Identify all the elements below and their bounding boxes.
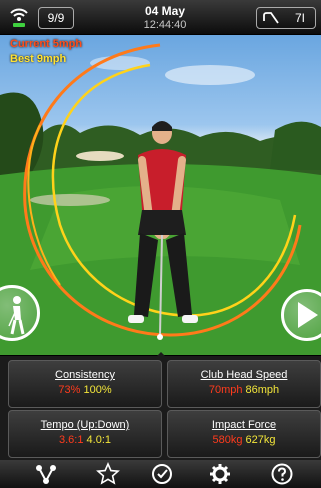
settings-button[interactable] — [200, 462, 240, 486]
stat-value-current: 73% — [58, 384, 81, 396]
recording-date: 04 May — [144, 4, 186, 18]
stat-value-best: 100% — [83, 384, 112, 396]
stat-values: 3.6:1 4.0:1 — [9, 434, 161, 446]
stat-tempo[interactable]: Tempo (Up:Down) 3.6:1 4.0:1 — [8, 410, 162, 458]
stat-club-head-speed[interactable]: Club Head Speed 70mph 86mph — [167, 360, 321, 408]
stat-value-current: 580kg — [212, 434, 243, 446]
gear-icon — [210, 464, 230, 484]
swing-video[interactable]: Current 5mph Best 9mph — [0, 35, 321, 355]
stat-title: Tempo (Up:Down) — [40, 419, 130, 431]
stats-panel: Consistency 73% 100% Club Head Speed 70m… — [0, 356, 321, 460]
golf-club-icon — [263, 12, 279, 24]
share-icon — [36, 465, 56, 484]
favorite-button[interactable] — [88, 462, 128, 486]
stat-value-best: 4.0:1 — [86, 434, 111, 446]
signal-icon — [10, 8, 28, 27]
stat-values: 70mph 86mph — [168, 384, 320, 396]
best-speed-label: Best 9mph — [10, 53, 67, 65]
stat-values: 580kg 627kg — [168, 434, 320, 446]
clock-check-icon — [152, 464, 172, 484]
share-button[interactable] — [26, 462, 66, 486]
help-icon — [271, 463, 293, 485]
stat-title: Consistency — [55, 369, 115, 381]
help-button[interactable] — [262, 462, 302, 486]
stat-values: 73% 100% — [9, 384, 161, 396]
bottom-toolbar — [0, 460, 321, 488]
stat-impact-force[interactable]: Impact Force 580kg 627kg — [167, 410, 321, 458]
stat-value-current: 70mph — [208, 384, 243, 396]
play-icon — [298, 302, 318, 328]
club-select-button[interactable]: 7I — [256, 7, 316, 29]
clip-counter-button[interactable]: 9/9 — [38, 7, 74, 29]
play-button[interactable] — [281, 289, 321, 341]
swing-scene — [0, 43, 321, 355]
star-icon — [96, 462, 120, 485]
stat-title: Club Head Speed — [200, 369, 288, 381]
current-speed-label: Current 5mph — [10, 38, 83, 50]
golfer-view-button[interactable] — [0, 285, 40, 341]
club-label: 7I — [294, 11, 305, 25]
stat-value-current: 3.6:1 — [59, 434, 84, 446]
stat-value-best: 627kg — [245, 434, 276, 446]
stat-value-best: 86mph — [245, 384, 280, 396]
stat-consistency[interactable]: Consistency 73% 100% — [8, 360, 162, 408]
golfer-icon — [8, 296, 25, 335]
history-button[interactable] — [142, 462, 182, 486]
stat-title: Impact Force — [211, 419, 277, 431]
top-bar: 9/9 04 May 12:44:40 7I — [0, 0, 321, 35]
recording-time: 12:44:40 — [143, 19, 187, 31]
